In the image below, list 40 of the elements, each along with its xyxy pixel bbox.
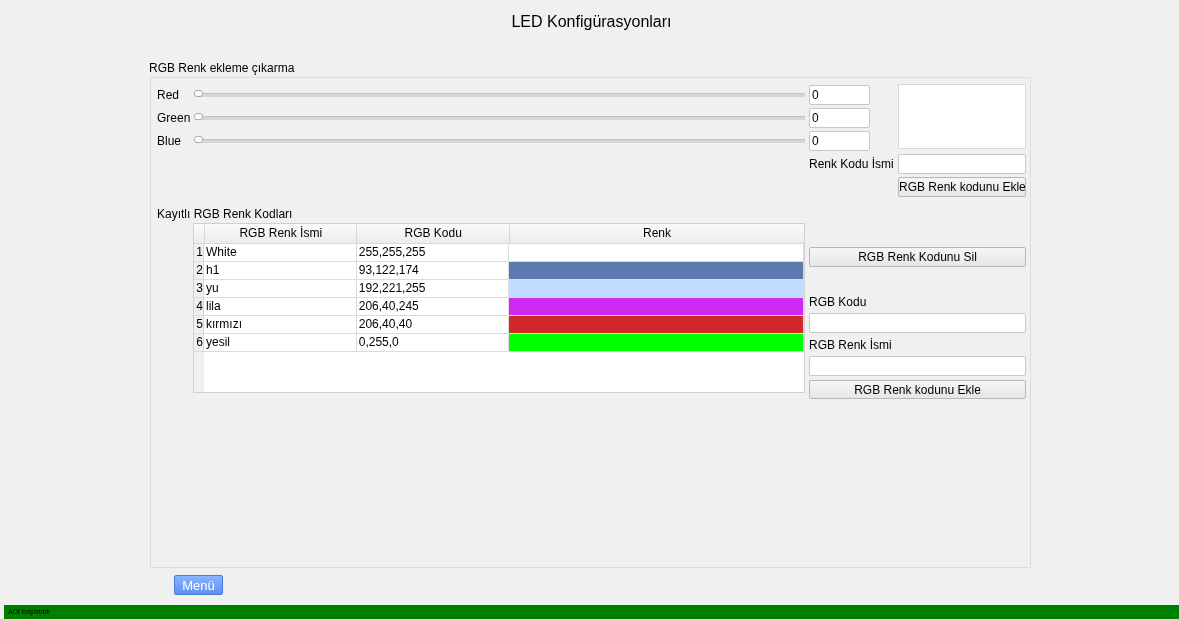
slider-label: Blue [157,133,183,148]
row-number: 2 [194,262,204,279]
slider[interactable] [195,136,805,145]
add-button[interactable]: RGB Renk kodunu Ekle [809,380,1026,399]
column-header[interactable]: Renk [509,224,804,243]
code-field[interactable] [809,313,1026,333]
name-field[interactable] [898,154,1026,174]
row-number: 4 [194,298,204,315]
slider-thumb[interactable] [194,136,203,143]
table-cell: White [204,244,357,261]
column-header[interactable]: RGB Renk İsmi [204,224,358,243]
row-number: 6 [194,334,204,351]
table-cell: yu [204,280,357,297]
table-cell: lila [204,298,357,315]
field-label: RGB Kodu [809,295,868,309]
spin-box[interactable]: 0 [809,84,870,105]
slider-label: Green [157,110,192,125]
window-title: LED Konfigürasyonları [510,12,673,32]
table-cell: yesil [204,334,357,351]
slider[interactable] [195,113,805,122]
row-header-strip [194,352,204,392]
slider-thumb[interactable] [194,113,203,120]
table-cell: h1 [204,262,357,279]
spin-box[interactable]: 0 [809,130,870,151]
slider-label: Red [157,87,180,102]
group-title: RGB Renk ekleme çıkarma [149,61,296,75]
row-number: 1 [194,244,204,261]
section-label: Kayıtlı RGB Renk Kodları [157,207,294,221]
add-button[interactable]: RGB Renk kodunu Ekle [898,177,1026,197]
row-number: 3 [194,280,204,297]
field-label: RGB Renk İsmi [809,338,893,352]
spin-box[interactable]: 0 [809,107,870,128]
table-cell: kırmızı [204,316,357,333]
slider[interactable] [195,90,805,99]
column-header[interactable]: RGB Kodu [357,224,510,243]
slider-thumb[interactable] [194,90,203,97]
row-number: 5 [194,316,204,333]
name-field[interactable] [809,356,1026,376]
field-label: Renk Kodu İsmi [809,157,895,171]
delete-button[interactable]: RGB Renk Kodunu Sil [809,247,1026,267]
